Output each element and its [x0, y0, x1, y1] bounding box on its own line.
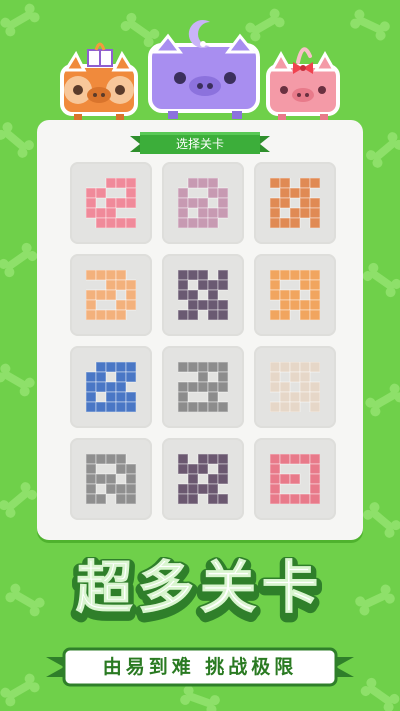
level-puzzle-icon — [178, 362, 228, 412]
level-tile[interactable] — [162, 162, 244, 244]
level-tile[interactable] — [162, 346, 244, 428]
level-tile[interactable] — [70, 346, 152, 428]
bone-icon — [0, 361, 37, 399]
level-tile[interactable] — [162, 438, 244, 520]
bone-icon — [358, 675, 400, 711]
game-screen: 选择关卡 超多关卡 超多关卡 由易到难 挑战极限 — [0, 0, 400, 711]
bow-icon — [293, 47, 313, 74]
pink-pig-character — [266, 47, 340, 120]
bone-icon — [0, 480, 39, 520]
level-tile[interactable] — [70, 438, 152, 520]
level-tile[interactable] — [70, 162, 152, 244]
level-puzzle-icon — [86, 270, 136, 320]
level-grid — [70, 162, 336, 522]
level-puzzle-icon — [270, 454, 320, 504]
bone-icon — [361, 500, 400, 540]
bone-icon — [0, 240, 40, 280]
level-tile[interactable] — [254, 438, 336, 520]
book-icon — [87, 42, 113, 67]
pig-characters — [60, 20, 340, 120]
level-puzzle-icon — [86, 362, 136, 412]
level-puzzle-icon — [86, 454, 136, 504]
purple-pig-character — [148, 20, 260, 119]
level-puzzle-icon — [86, 178, 136, 228]
level-puzzle-icon — [178, 270, 228, 320]
level-tile[interactable] — [162, 254, 244, 336]
level-tile[interactable] — [70, 254, 152, 336]
level-tile[interactable] — [254, 254, 336, 336]
headline-text: 超多关卡 — [76, 557, 324, 621]
level-puzzle-icon — [270, 362, 320, 412]
bone-icon — [364, 130, 400, 170]
level-puzzle-icon — [270, 178, 320, 228]
bone-icon — [363, 381, 400, 419]
level-puzzle-icon — [178, 178, 228, 228]
bone-icon — [360, 260, 400, 300]
headline-banner: 超多关卡 超多关卡 — [70, 557, 324, 627]
bone-icon — [0, 671, 42, 709]
level-puzzle-icon — [270, 270, 320, 320]
level-puzzle-icon — [178, 454, 228, 504]
subheadline-text: 由易到难 挑战极限 — [102, 656, 298, 678]
level-tile[interactable] — [254, 162, 336, 244]
level-tile[interactable] — [254, 346, 336, 428]
orange-pig-character — [60, 42, 138, 120]
bone-icon — [0, 120, 36, 160]
panel-title: 选择关卡 — [175, 137, 224, 151]
